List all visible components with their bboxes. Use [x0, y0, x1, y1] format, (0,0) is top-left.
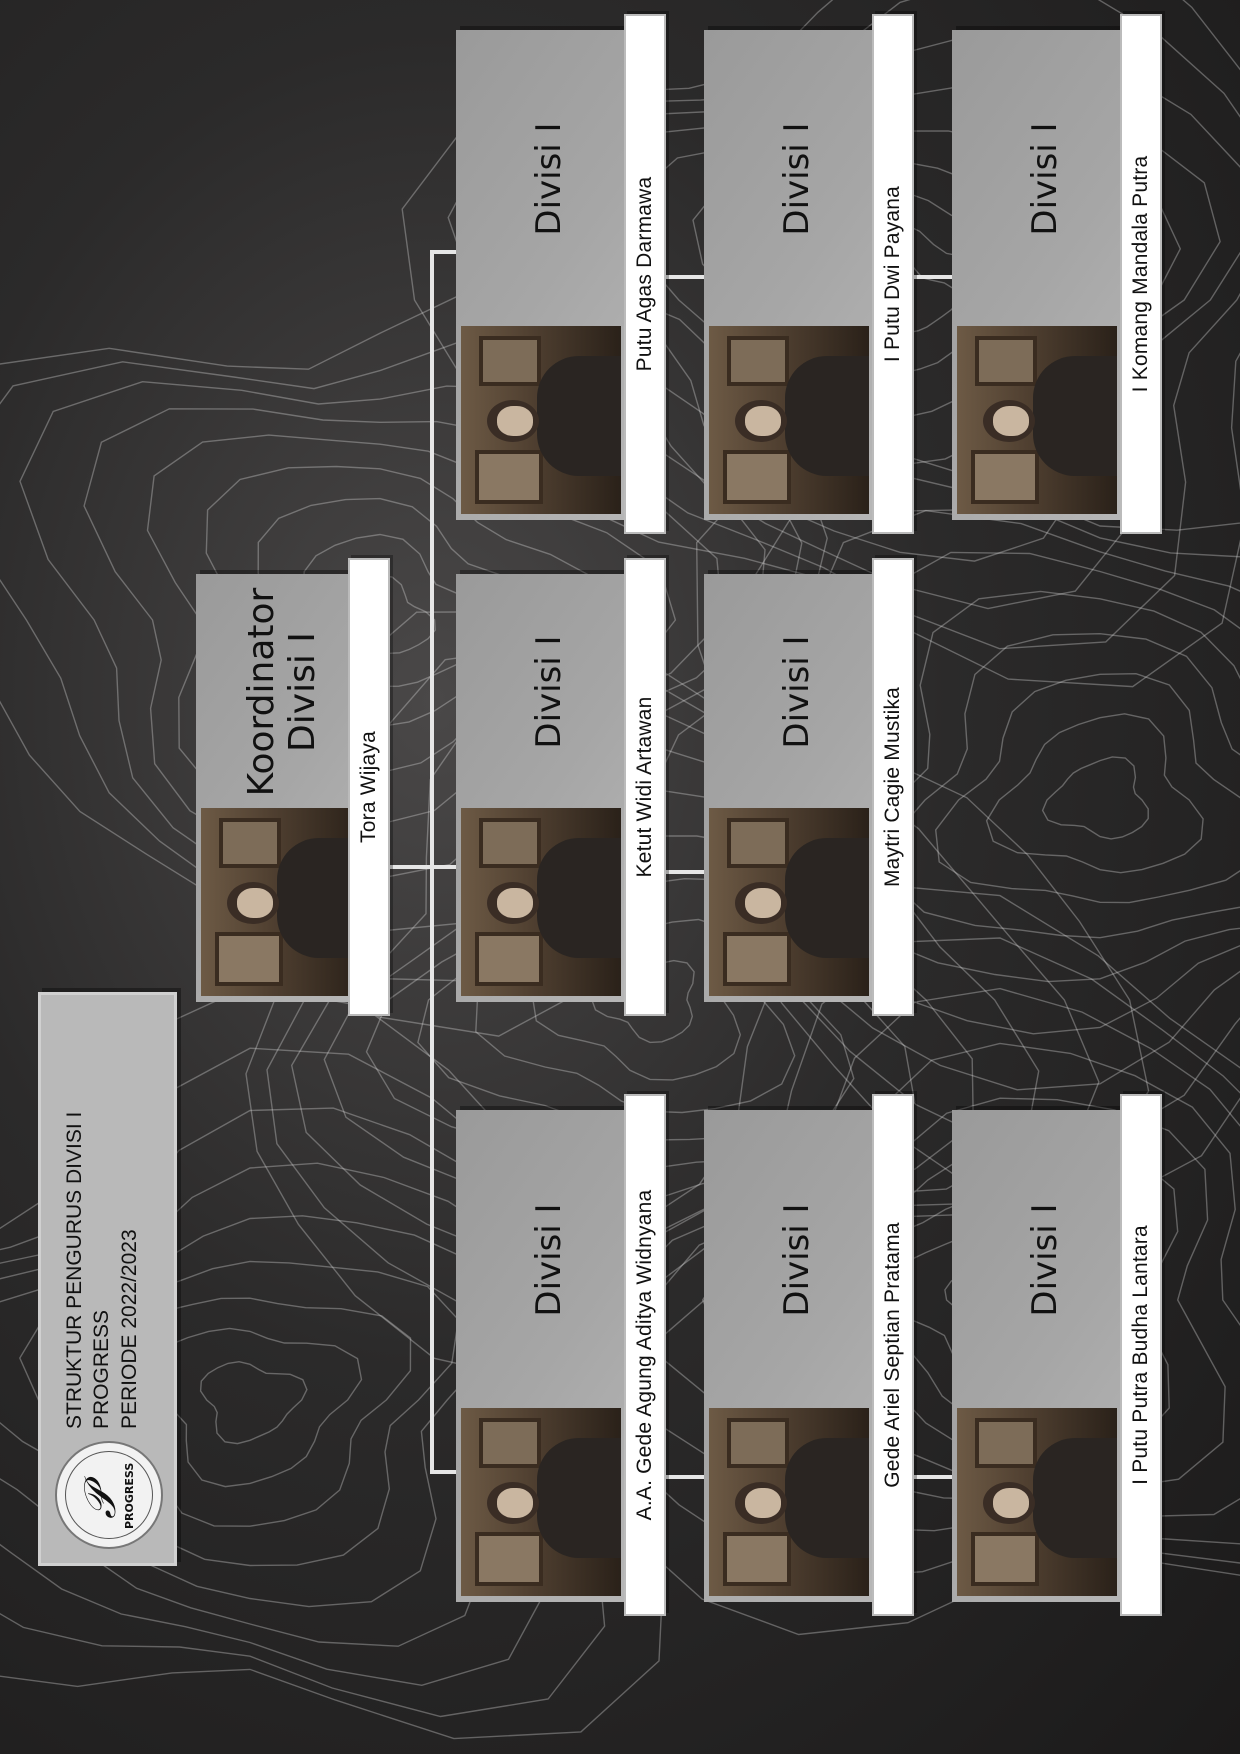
coordinator-title: Koordinator Divisi I — [240, 587, 323, 797]
member-card: Divisi I Maytri Cagie Mustika — [704, 558, 914, 1016]
member-title: Divisi I — [777, 1203, 818, 1317]
connector-horizontal-main — [430, 254, 434, 1474]
member-title: Divisi I — [529, 1203, 570, 1317]
member-card: Divisi I I Putu Dwi Payana — [704, 14, 914, 534]
member-card: Divisi I Gede Ariel Septian Pratama — [704, 1094, 914, 1616]
member-card: Divisi I Ketut Widi Artawan — [456, 558, 666, 1016]
member-name: Putu Agas Darmawa — [624, 14, 666, 534]
member-photo — [957, 1408, 1117, 1596]
member-name: Gede Ariel Septian Pratama — [872, 1094, 914, 1616]
member-photo — [461, 1408, 621, 1596]
org-chart-canvas: 𝒫 PROGRESS STRUKTUR PENGURUS DIVISI I PR… — [0, 0, 1240, 1754]
coordinator-name: Tora Wijaya — [348, 558, 390, 1016]
member-photo — [709, 326, 869, 514]
member-name: I Komang Mandala Putra — [1120, 14, 1162, 534]
member-photo — [461, 808, 621, 996]
member-title: Divisi I — [529, 122, 570, 236]
member-name: Maytri Cagie Mustika — [872, 558, 914, 1016]
header-line-2: PROGRESS — [90, 1309, 114, 1429]
progress-logo-icon: 𝒫 PROGRESS — [55, 1441, 163, 1549]
header-line-3: PERIODE 2022/2023 — [117, 1229, 141, 1429]
member-title: Divisi I — [529, 635, 570, 749]
member-card: Divisi I I Putu Putra Budha Lantara — [952, 1094, 1162, 1616]
member-card: Divisi I Putu Agas Darmawa — [456, 14, 666, 534]
member-title: Divisi I — [777, 122, 818, 236]
member-title: Divisi I — [777, 635, 818, 749]
member-name: I Putu Dwi Payana — [872, 14, 914, 534]
member-name: A.A. Gede Agung Aditya Widnyana — [624, 1094, 666, 1616]
coordinator-card: Koordinator Divisi I Tora Wijaya — [196, 558, 390, 1016]
member-name: Ketut Widi Artawan — [624, 558, 666, 1016]
header-box: 𝒫 PROGRESS STRUKTUR PENGURUS DIVISI I PR… — [38, 992, 177, 1566]
member-photo — [957, 326, 1117, 514]
member-photo — [709, 808, 869, 996]
org-chart-page: 𝒫 PROGRESS STRUKTUR PENGURUS DIVISI I PR… — [0, 0, 1240, 1754]
coordinator-photo — [201, 808, 361, 996]
member-title: Divisi I — [1025, 1203, 1066, 1317]
header-line-1: STRUKTUR PENGURUS DIVISI I — [63, 1111, 86, 1429]
member-title: Divisi I — [1025, 122, 1066, 236]
member-photo — [461, 326, 621, 514]
header-text: STRUKTUR PENGURUS DIVISI I PROGRESS PERI… — [61, 1112, 143, 1429]
member-card: Divisi I I Komang Mandala Putra — [952, 14, 1162, 534]
member-card: Divisi I A.A. Gede Agung Aditya Widnyana — [456, 1094, 666, 1616]
member-name: I Putu Putra Budha Lantara — [1120, 1094, 1162, 1616]
member-photo — [709, 1408, 869, 1596]
